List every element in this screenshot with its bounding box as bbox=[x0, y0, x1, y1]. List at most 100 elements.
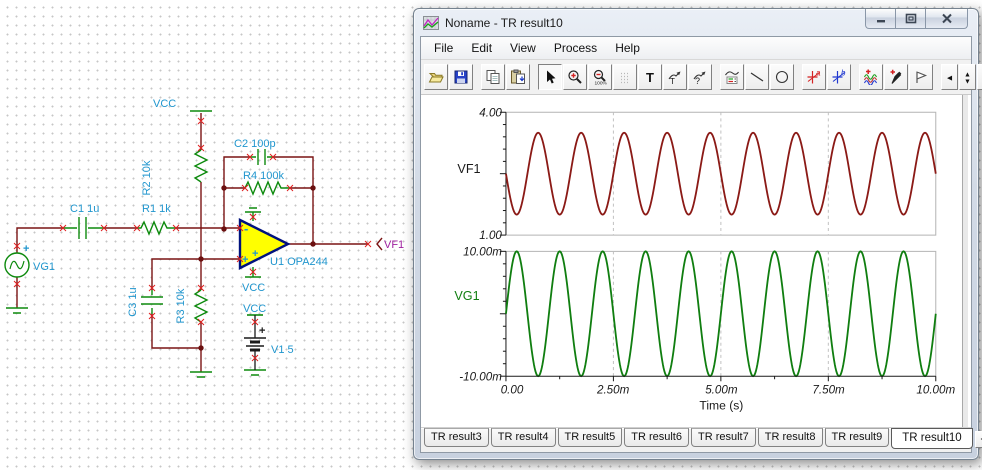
menu-item-help[interactable]: Help bbox=[606, 38, 649, 58]
nav-right-icon: ► bbox=[981, 72, 982, 82]
y-tick-label: -10.00m bbox=[459, 370, 502, 383]
y-tick-label: 4.00 bbox=[479, 106, 502, 119]
result-tab-bar: TR result3 TR result4 TR result5 TR result6… bbox=[421, 428, 982, 452]
tab-tr-result3[interactable]: TR result3 bbox=[424, 428, 489, 447]
svg-text:b: b bbox=[841, 69, 846, 78]
zoom-in-icon bbox=[568, 70, 582, 84]
toolbar-nav-spinner-button[interactable]: ▲ ▼ bbox=[959, 64, 976, 90]
toolbar-text-button[interactable]: T bbox=[638, 64, 662, 90]
toolbar-open-button[interactable] bbox=[424, 64, 448, 90]
toolbar-zoom-out-100-button[interactable]: 100% bbox=[588, 64, 612, 90]
tab-tr-result8[interactable]: TR result8 bbox=[757, 428, 823, 447]
opamp-plus-supply-mark: + bbox=[252, 248, 258, 260]
capacitor-c2[interactable] bbox=[250, 149, 273, 165]
ground-symbol-vg1 bbox=[6, 307, 28, 314]
menu-item-view[interactable]: View bbox=[501, 38, 545, 58]
close-button[interactable] bbox=[925, 9, 968, 29]
label-c1: C1 1u bbox=[70, 203, 99, 215]
label-vcc-v1: VCC bbox=[243, 303, 266, 315]
nav-left-icon: ◄ bbox=[945, 72, 953, 82]
svg-text:T: T bbox=[646, 70, 654, 85]
tab-tr-result9[interactable]: TR result9 bbox=[824, 428, 890, 447]
toolbar-marker-button[interactable] bbox=[909, 64, 933, 90]
toolbar-group: ab bbox=[802, 64, 852, 90]
y-tick-label: 1.00 bbox=[479, 229, 502, 242]
tab-tr-result6[interactable]: TR result6 bbox=[624, 428, 689, 447]
minimize-button[interactable] bbox=[865, 9, 896, 29]
toolbar-annotate-text-button[interactable]: T bbox=[663, 64, 687, 90]
restore-icon bbox=[905, 13, 916, 24]
toolbar-nav-left-button[interactable]: ◄ bbox=[941, 64, 958, 90]
tab-tr-result4[interactable]: TR result4 bbox=[490, 428, 556, 447]
zoom-out-100-icon: 100% bbox=[593, 69, 608, 85]
toolbar-annotate-question-button[interactable]: ? bbox=[688, 64, 712, 90]
svg-text:▼: ▼ bbox=[964, 79, 971, 85]
toolbar-save-button[interactable] bbox=[449, 64, 473, 90]
toolbar-grid-button[interactable] bbox=[613, 64, 637, 90]
x-axis-title: Time (s) bbox=[699, 399, 743, 413]
toolbar-group: 100% T T? bbox=[538, 64, 713, 90]
label-vg1: VG1 bbox=[33, 261, 55, 273]
label-r4: R4 100k bbox=[243, 170, 284, 182]
junction-dots bbox=[198, 185, 316, 351]
x-tick-label: 2.50m bbox=[596, 383, 630, 396]
toolbar-select-cursor-button[interactable] bbox=[538, 64, 562, 90]
menu-bar: File Edit View Process Help bbox=[421, 37, 971, 60]
resistor-r2[interactable] bbox=[193, 149, 209, 183]
toolbar-nav-group: ◄ ▲▼ ► bbox=[941, 64, 982, 90]
minimize-icon bbox=[876, 19, 885, 22]
toolbar-copy-button[interactable] bbox=[481, 64, 505, 90]
source-vg1[interactable] bbox=[4, 252, 30, 278]
result-window: Noname - TR result10 File Edit View Process… bbox=[413, 8, 982, 460]
svg-text:◄: ◄ bbox=[945, 72, 953, 82]
opamp-minus-mark: - bbox=[244, 221, 248, 236]
resistor-r3[interactable] bbox=[193, 289, 209, 323]
toolbar-legend-button[interactable] bbox=[720, 64, 744, 90]
toolbar-cursor-b-button[interactable]: b bbox=[827, 64, 851, 90]
menu-item-edit[interactable]: Edit bbox=[462, 38, 501, 58]
toolbar-paste-button[interactable] bbox=[506, 64, 530, 90]
battery-v1[interactable] bbox=[244, 315, 266, 370]
opamp-plus-input-mark: + bbox=[242, 254, 248, 266]
restore-button[interactable] bbox=[895, 9, 926, 29]
vf1-curve-label: VF1 bbox=[457, 162, 480, 176]
capacitor-c1[interactable] bbox=[63, 217, 104, 239]
close-icon bbox=[941, 13, 952, 24]
annotate-question-icon: ? bbox=[693, 71, 706, 85]
tab-tr-result5[interactable]: TR result5 bbox=[557, 428, 623, 447]
client-right-strip bbox=[962, 95, 969, 427]
cursor-a-icon: a bbox=[807, 69, 821, 84]
text-icon: T bbox=[646, 70, 654, 85]
save-icon bbox=[454, 70, 468, 84]
open-icon bbox=[428, 73, 444, 83]
x-tick-label: 5.00m bbox=[705, 383, 738, 396]
tab-tr-result10[interactable]: TR result10 bbox=[891, 428, 973, 449]
resistor-r4[interactable] bbox=[244, 180, 290, 196]
tab-scroll-left-button[interactable]: ◄ bbox=[974, 431, 982, 448]
y-tick-label: 10.00m bbox=[463, 245, 502, 258]
menu-item-file[interactable]: File bbox=[425, 38, 462, 58]
toolbar-nav-right-button[interactable]: ► bbox=[977, 64, 982, 90]
toolbar-zoom-in-button[interactable] bbox=[563, 64, 587, 90]
menu-item-process[interactable]: Process bbox=[545, 38, 606, 58]
label-r1: R1 1k bbox=[142, 203, 171, 215]
tab-scroll-buttons: ◄► bbox=[974, 431, 982, 448]
svg-text:▲: ▲ bbox=[964, 72, 971, 79]
vg1-plus-mark: + bbox=[23, 243, 29, 255]
annotate-text-icon: T bbox=[668, 71, 681, 85]
capacitor-c3[interactable] bbox=[141, 290, 163, 314]
window-title: Noname - TR result10 bbox=[445, 15, 563, 30]
toolbar-ellipse-tool-button[interactable] bbox=[770, 64, 794, 90]
probe-icon bbox=[890, 69, 902, 84]
ellipse-tool-icon bbox=[775, 70, 789, 84]
resistor-r1[interactable] bbox=[137, 220, 176, 236]
marker-icon bbox=[916, 71, 928, 83]
toolbar-line-tool-button[interactable] bbox=[745, 64, 769, 90]
toolbar-cursor-a-button[interactable]: a bbox=[802, 64, 826, 90]
tr-result-chart: VF1 VG1 4.00 1.00 10.00m -10.00m 0.00 2.… bbox=[454, 106, 955, 413]
grid-icon bbox=[621, 72, 629, 84]
toolbar-probe-button[interactable] bbox=[884, 64, 908, 90]
toolbar-group bbox=[481, 64, 531, 90]
toolbar-add-curves-button[interactable] bbox=[859, 64, 883, 90]
tab-tr-result7[interactable]: TR result7 bbox=[691, 428, 756, 447]
